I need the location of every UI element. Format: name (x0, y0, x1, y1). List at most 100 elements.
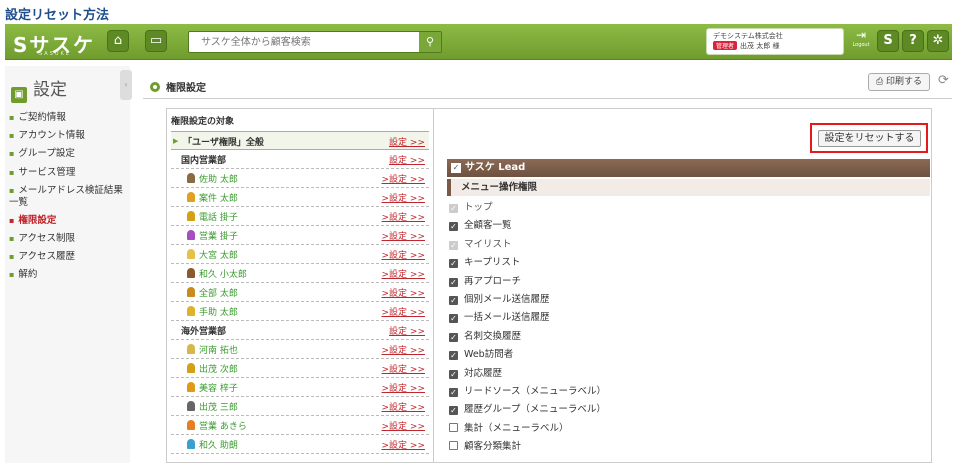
row-label: 国内営業部 (181, 156, 227, 166)
user-row[interactable]: 営業 あきら >設定 >> (171, 416, 429, 435)
permission-item[interactable]: ✓ 名刺交換履歴 (449, 328, 606, 346)
user-row[interactable]: 美容 梓子 >設定 >> (171, 378, 429, 397)
permission-panel: 権限設定の対象 ▶ 「ユーザ権限」全般 設定 >> 国内営業部 設定 >> 佐助 太… (166, 108, 932, 463)
checkbox[interactable]: ✓ (449, 351, 458, 361)
sidebar-item-access-limit[interactable]: アクセス制限 (9, 230, 129, 248)
settings-link[interactable]: >設定 >> (382, 381, 425, 394)
app-section-header[interactable]: ✓ サスケ Lead (447, 159, 930, 177)
search-input[interactable] (189, 32, 409, 52)
permission-label: 全顧客一覧 (464, 220, 512, 232)
settings-link[interactable]: >設定 >> (382, 191, 425, 204)
checkbox[interactable]: ✓ (449, 296, 458, 306)
permission-label: 一括メール送信履歴 (464, 312, 550, 324)
sidebar-item-access-history[interactable]: アクセス履歴 (9, 248, 129, 266)
settings-link[interactable]: 設定 >> (389, 135, 425, 148)
user-row[interactable]: 営業 掛子 >設定 >> (171, 226, 429, 245)
permission-label: リードソース（メニューラベル） (464, 386, 607, 398)
group-row[interactable]: 国内営業部 設定 >> (171, 150, 429, 169)
settings-link[interactable]: >設定 >> (382, 400, 425, 413)
settings-link[interactable]: >設定 >> (382, 419, 425, 432)
settings-link[interactable]: >設定 >> (382, 343, 425, 356)
menu-permission-header: メニュー操作権限 (447, 179, 930, 196)
sidebar-item-permissions[interactable]: 権限設定 (9, 212, 129, 230)
sidebar-item-contract[interactable]: ご契約情報 (9, 109, 129, 127)
user-row[interactable]: 手助 太郎 >設定 >> (171, 302, 429, 321)
printer-icon: ⎙ (875, 77, 887, 87)
row-label: 佐助 太郎 (199, 175, 238, 185)
group-row[interactable]: 海外営業部 設定 >> (171, 321, 429, 340)
user-row[interactable]: 和久 助朗 >設定 >> (171, 435, 429, 454)
checkbox[interactable] (449, 441, 458, 451)
print-button[interactable]: ⎙ 印刷する (868, 73, 930, 91)
user-row[interactable]: 全部 太郎 >設定 >> (171, 283, 429, 302)
user-row[interactable]: 大宮 太郎 >設定 >> (171, 245, 429, 264)
row-label: 案件 太郎 (199, 194, 238, 204)
row-label: 大宮 太郎 (199, 251, 238, 261)
user-row[interactable]: 佐助 太郎 >設定 >> (171, 169, 429, 188)
permission-item[interactable]: ✓ マイリスト (449, 236, 606, 254)
permission-label: 顧客分類集計 (464, 441, 522, 453)
user-row[interactable]: 電話 掛子 >設定 >> (171, 207, 429, 226)
user-row[interactable]: 出茂 次郎 >設定 >> (171, 359, 429, 378)
sidebar-item-email-verify[interactable]: メールアドレス検証結果一覧 (9, 182, 129, 212)
target-heading: 権限設定の対象 (171, 117, 235, 127)
settings-link[interactable]: 設定 >> (389, 153, 425, 166)
checkbox[interactable]: ✓ (449, 259, 458, 269)
permission-item[interactable]: ✓ 履歴グループ（メニューラベル） (449, 401, 606, 419)
sidebar-item-account[interactable]: アカウント情報 (9, 127, 129, 145)
account-info[interactable]: デモシステム株式会社 管理者 出茂 太郎 様 (706, 28, 844, 55)
reset-settings-button[interactable]: 設定をリセットする (818, 130, 921, 147)
permission-item[interactable]: ✓ 対応履歴 (449, 365, 606, 383)
settings-link[interactable]: >設定 >> (382, 438, 425, 451)
settings-link[interactable]: >設定 >> (382, 362, 425, 375)
settings-link[interactable]: >設定 >> (382, 172, 425, 185)
user-row[interactable]: 河南 拓也 >設定 >> (171, 340, 429, 359)
checkbox[interactable]: ✓ (449, 369, 458, 379)
settings-link[interactable]: >設定 >> (382, 229, 425, 242)
user-row[interactable]: 案件 太郎 >設定 >> (171, 188, 429, 207)
user-icon (187, 249, 195, 259)
permission-label: 集計（メニューラベル） (464, 422, 569, 434)
permission-item[interactable]: ✓ Web訪問者 (449, 346, 606, 364)
checkbox[interactable]: ✓ (449, 314, 458, 324)
checkbox[interactable] (449, 422, 458, 432)
permission-item[interactable]: ✓ 一括メール送信履歴 (449, 309, 606, 327)
sidebar-collapse-button[interactable]: ‹ (120, 70, 132, 100)
settings-link[interactable]: >設定 >> (382, 210, 425, 223)
sidebar-item-cancel[interactable]: 解約 (9, 266, 129, 284)
search-icon[interactable]: ⚲ (419, 32, 441, 52)
chat-icon[interactable]: ▭ (145, 30, 167, 52)
home-icon[interactable]: ⌂ (107, 30, 129, 52)
sidebar-item-group[interactable]: グループ設定 (9, 145, 129, 163)
settings-link[interactable]: 設定 >> (389, 324, 425, 337)
sasuke-s-button[interactable]: S (877, 30, 899, 52)
settings-link[interactable]: >設定 >> (382, 248, 425, 261)
settings-link[interactable]: >設定 >> (382, 305, 425, 318)
checkbox[interactable]: ✓ (449, 406, 458, 416)
gear-icon[interactable]: ✲ (927, 30, 949, 52)
target-row-all[interactable]: ▶ 「ユーザ権限」全般 設定 >> (171, 131, 429, 150)
checkbox[interactable]: ✓ (449, 388, 458, 398)
permission-item[interactable]: ✓ 全顧客一覧 (449, 217, 606, 235)
search-box[interactable]: ⚲ (188, 31, 442, 53)
checkbox[interactable]: ✓ (449, 332, 458, 342)
refresh-icon[interactable]: ⟳ (938, 73, 949, 88)
permission-item[interactable]: 集計（メニューラベル） (449, 420, 606, 438)
permission-item[interactable]: ✓ キープリスト (449, 254, 606, 272)
checkbox[interactable]: ✓ (449, 222, 458, 232)
sidebar-item-service[interactable]: サービス管理 (9, 164, 129, 182)
permission-item[interactable]: ✓ リードソース（メニューラベル） (449, 383, 606, 401)
settings-link[interactable]: >設定 >> (382, 267, 425, 280)
permission-item[interactable]: 顧客分類集計 (449, 438, 606, 456)
checkbox-icon[interactable]: ✓ (451, 163, 461, 173)
permission-item[interactable]: ✓ 再アプローチ (449, 273, 606, 291)
permission-item[interactable]: ✓ トップ (449, 199, 606, 217)
user-row[interactable]: 和久 小太郎 >設定 >> (171, 264, 429, 283)
checkbox[interactable]: ✓ (449, 277, 458, 287)
logout-button[interactable]: ⇥ Logout (850, 28, 872, 56)
permission-item[interactable]: ✓ 個別メール送信履歴 (449, 291, 606, 309)
help-button[interactable]: ? (902, 30, 924, 52)
user-row[interactable]: 出茂 三郎 >設定 >> (171, 397, 429, 416)
settings-link[interactable]: >設定 >> (382, 286, 425, 299)
reset-highlight: 設定をリセットする (810, 123, 928, 153)
